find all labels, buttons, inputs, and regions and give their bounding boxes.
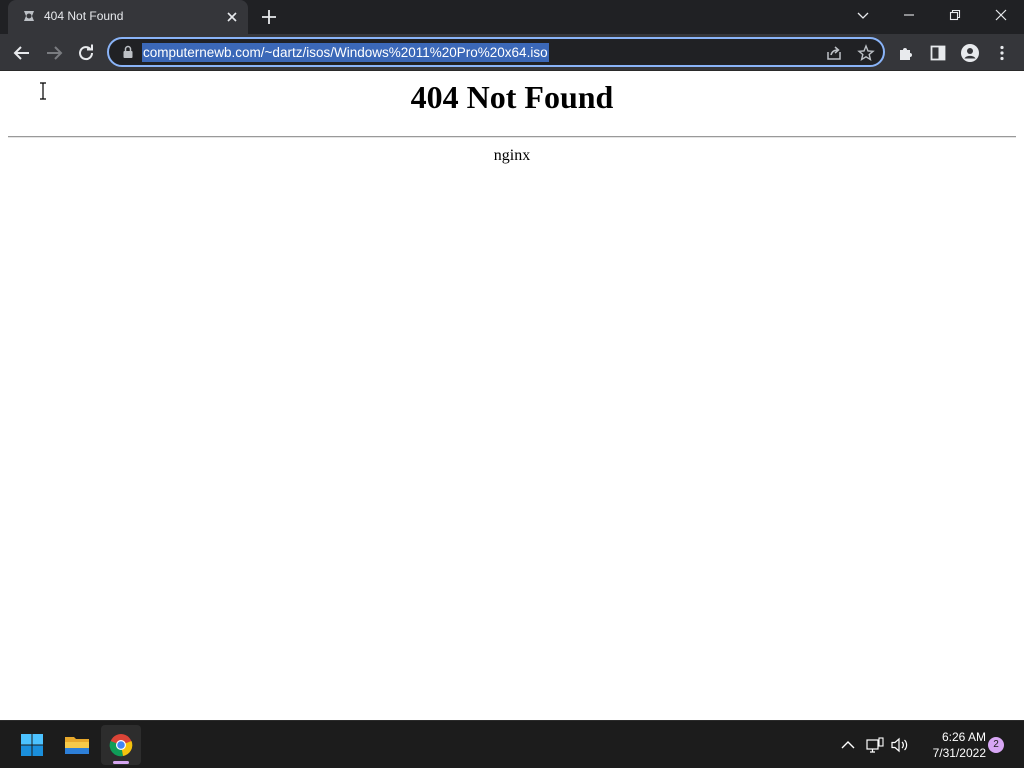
- volume-button[interactable]: [890, 735, 910, 755]
- profile-avatar-icon: [961, 44, 979, 62]
- volume-icon: [891, 737, 908, 753]
- close-window-button[interactable]: [978, 0, 1024, 30]
- lock-icon[interactable]: [121, 45, 135, 59]
- divider: [8, 136, 1016, 138]
- reload-button[interactable]: [74, 41, 98, 65]
- start-button[interactable]: [12, 725, 52, 765]
- menu-button[interactable]: [990, 41, 1014, 65]
- tab-active[interactable]: 404 Not Found: [8, 0, 248, 34]
- network-icon: [866, 737, 884, 753]
- taskbar: 6:26 AM 7/31/2022 2: [0, 720, 1024, 768]
- close-icon: [995, 9, 1007, 21]
- side-panel-button[interactable]: [926, 41, 950, 65]
- extensions-button[interactable]: [894, 41, 918, 65]
- new-tab-icon[interactable]: [260, 8, 278, 26]
- url-text[interactable]: computernewb.com/~dartz/isos/Windows%201…: [142, 43, 549, 62]
- minimize-icon: [904, 14, 914, 16]
- browser-toolbar: computernewb.com/~dartz/isos/Windows%201…: [0, 34, 1024, 71]
- restore-button[interactable]: [932, 0, 978, 30]
- tab-search-button[interactable]: [840, 0, 886, 30]
- file-explorer-button[interactable]: [57, 725, 97, 765]
- tab-title: 404 Not Found: [44, 9, 124, 23]
- notification-badge[interactable]: 2: [988, 737, 1004, 753]
- minimize-button[interactable]: [886, 0, 932, 30]
- puzzle-icon: [900, 48, 912, 60]
- more-vert-icon: [1000, 45, 1004, 61]
- chrome-button[interactable]: [101, 725, 141, 765]
- clock[interactable]: 6:26 AM 7/31/2022: [914, 729, 986, 761]
- clock-time: 6:26 AM: [941, 730, 986, 744]
- computernewb-logo-icon: [24, 11, 34, 21]
- profile-button[interactable]: [958, 41, 982, 65]
- share-icon[interactable]: [825, 44, 843, 62]
- chrome-icon: [109, 734, 133, 757]
- browser-titlebar: 404 Not Found: [0, 0, 1024, 34]
- network-button[interactable]: [865, 735, 885, 755]
- text-cursor-icon: [40, 82, 46, 100]
- side-panel-icon: [930, 45, 946, 61]
- file-explorer-icon: [65, 737, 89, 754]
- chevron-down-icon: [857, 12, 869, 19]
- start-icon: [21, 734, 43, 756]
- chevron-up-icon: [841, 741, 855, 749]
- arrow-right-icon: [47, 46, 63, 60]
- close-tab-icon[interactable]: [224, 9, 240, 25]
- forward-button[interactable]: [42, 41, 66, 65]
- clock-date: 7/31/2022: [932, 746, 986, 760]
- reload-icon: [79, 44, 94, 61]
- arrow-left-icon: [13, 46, 29, 60]
- address-bar[interactable]: computernewb.com/~dartz/isos/Windows%201…: [107, 37, 885, 67]
- active-app-indicator: [113, 761, 129, 764]
- page-heading: 404 Not Found: [410, 79, 614, 115]
- tray-overflow-button[interactable]: [838, 735, 858, 755]
- server-name: nginx: [493, 147, 531, 164]
- bookmark-star-icon[interactable]: [857, 44, 875, 62]
- back-button[interactable]: [10, 41, 34, 65]
- web-page: 404 Not Found nginx: [0, 71, 1024, 720]
- restore-icon: [949, 9, 961, 21]
